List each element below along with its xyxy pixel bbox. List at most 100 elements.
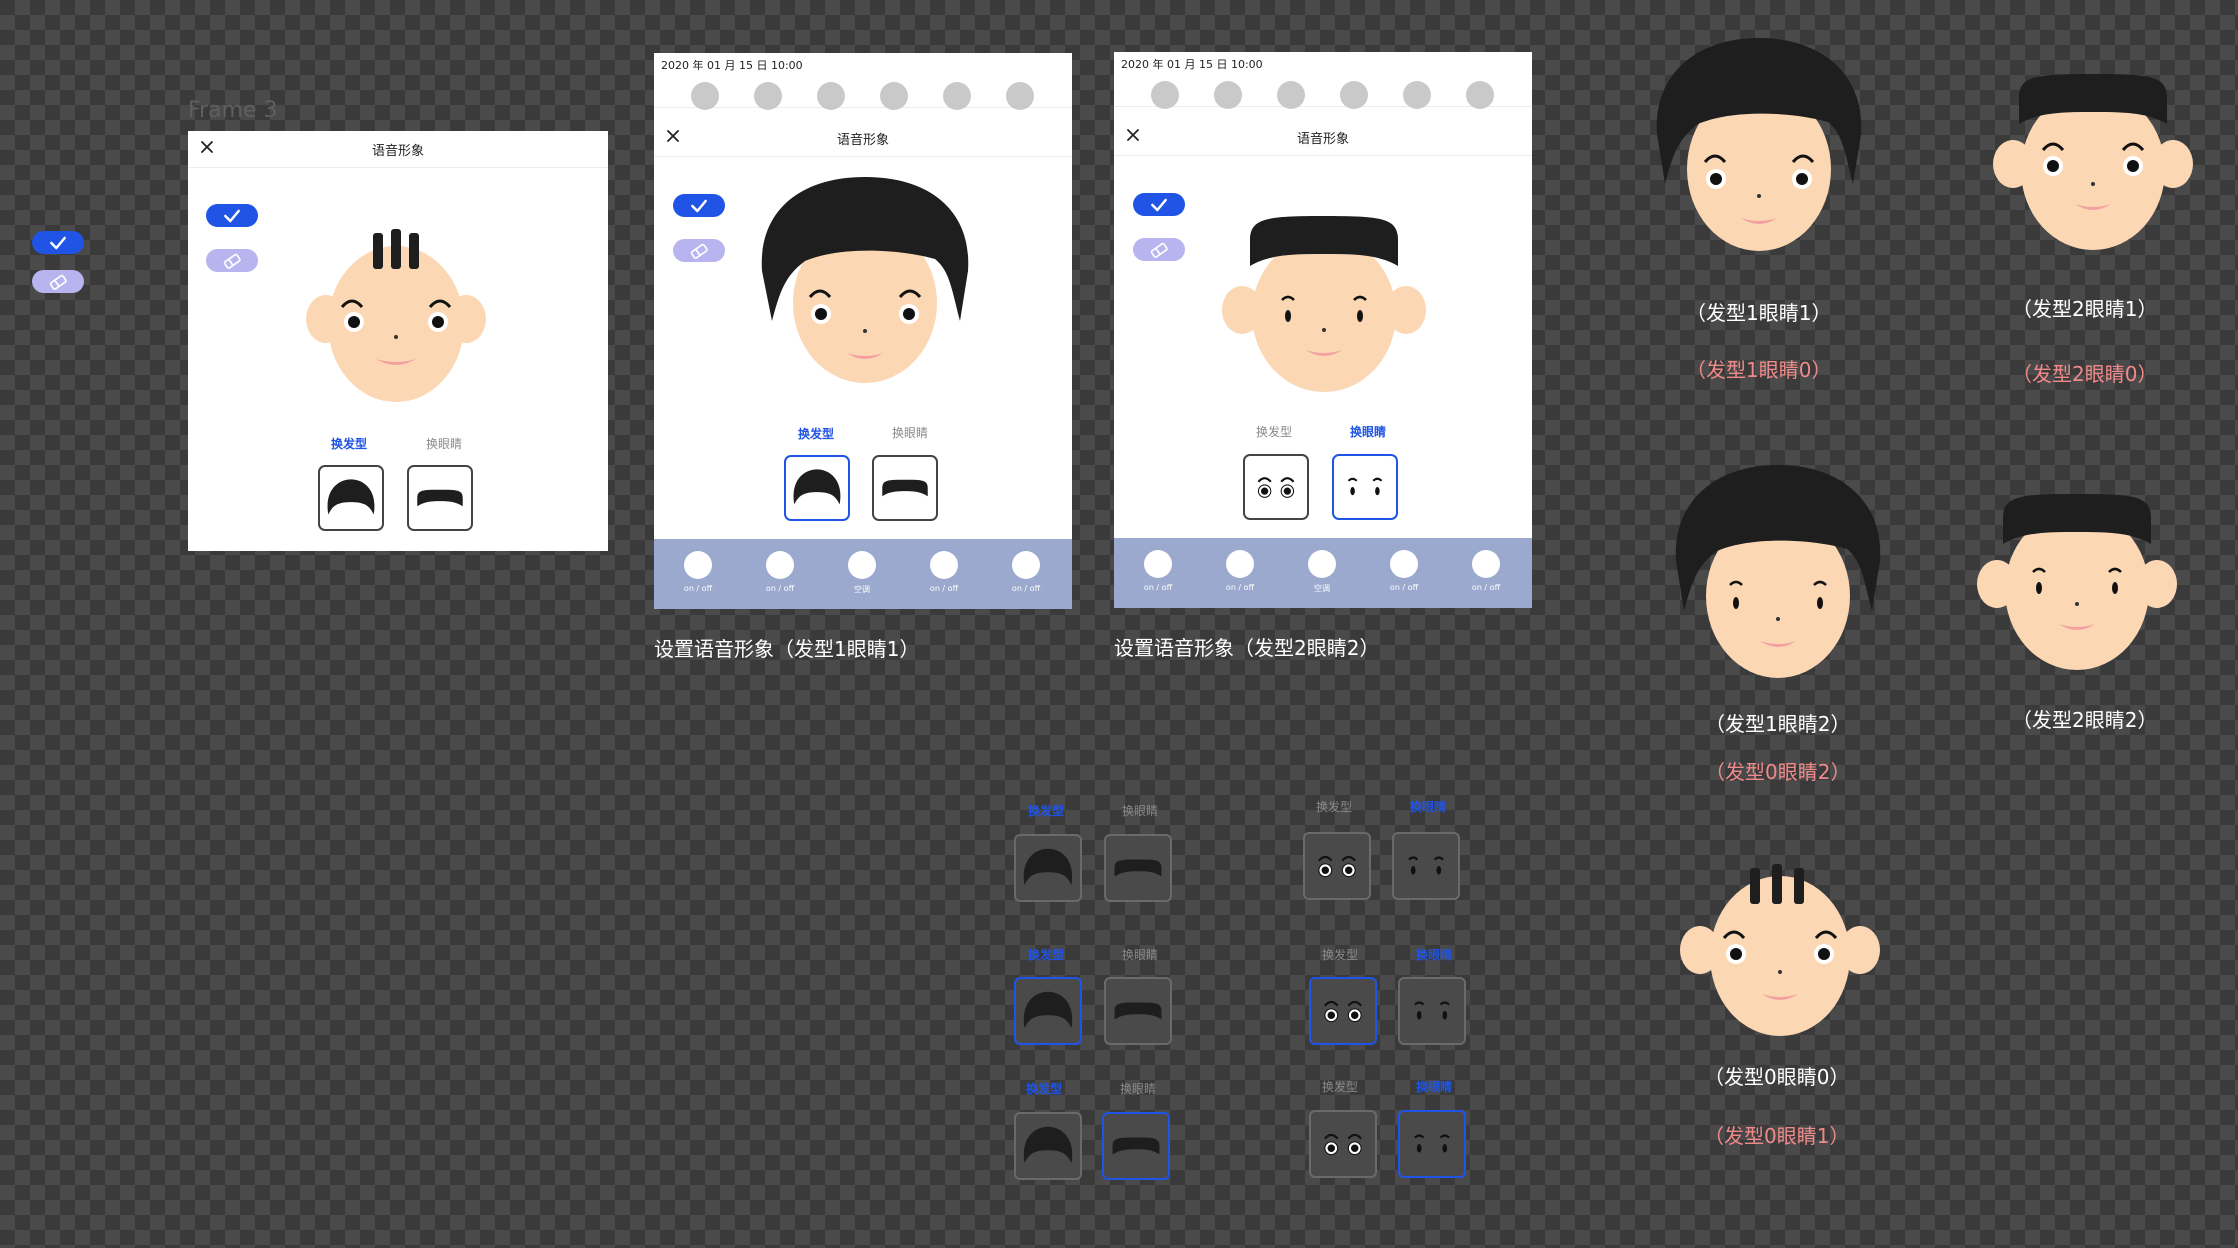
tab-hair[interactable]: 换发型 (1028, 802, 1064, 819)
tab-eyes[interactable]: 换眼睛 (1120, 1080, 1156, 1097)
status-dot (1340, 81, 1368, 109)
hair-option-1[interactable] (1014, 834, 1082, 902)
eyes-option-2[interactable] (1392, 832, 1460, 900)
control-toggle[interactable]: on / off (1128, 550, 1188, 592)
eyes-style-1-icon (1311, 1112, 1375, 1176)
avatar-screen-2: 2020 年 01 月 15 日 10:00 语音形象 换发型 换眼睛 on /… (1114, 52, 1532, 608)
eraser-icon (688, 241, 710, 261)
tab-eyes[interactable]: 换眼睛 (1350, 423, 1386, 440)
status-time: 2020 年 01 月 15 日 10:00 (1121, 58, 1263, 71)
hair-style-2-icon (1104, 1114, 1168, 1178)
eraser-toggle-button[interactable] (206, 249, 258, 272)
eyes-style-2-icon (1400, 1112, 1464, 1176)
toggle-circle-icon (1226, 550, 1254, 578)
avatar-hair1-eyes2 (1675, 465, 1881, 678)
control-toggle[interactable]: on / off (914, 551, 974, 593)
avatar-label: （发型2眼睛2） (2012, 708, 2158, 732)
avatar-label: （发型1眼睛1） (1686, 301, 1832, 325)
hair-option-1[interactable] (1014, 1112, 1082, 1180)
tab-hair[interactable]: 换发型 (1322, 946, 1358, 963)
tab-hair[interactable]: 换发型 (1316, 798, 1352, 815)
avatar-face (1222, 216, 1426, 392)
hair-option-2[interactable] (407, 465, 473, 531)
hair-option-2[interactable] (1104, 977, 1172, 1045)
control-label: on / off (765, 584, 795, 593)
eraser-icon (47, 272, 69, 292)
status-bar: 2020 年 01 月 15 日 10:00 (654, 53, 1072, 110)
tab-eyes[interactable]: 换眼睛 (1410, 798, 1446, 815)
hair-style-2-icon (409, 467, 471, 529)
control-label: on / off (683, 584, 713, 593)
eyes-option-2[interactable] (1398, 977, 1466, 1045)
tab-hair[interactable]: 换发型 (798, 425, 834, 442)
eraser-toggle-button[interactable] (32, 270, 84, 293)
hair-style-2-icon (1106, 979, 1170, 1043)
status-dot (1466, 81, 1494, 109)
check-toggle-button[interactable] (673, 194, 725, 217)
eyes-style-2-icon (1400, 979, 1464, 1043)
toggle-circle-icon (1472, 550, 1500, 578)
hair-option-1[interactable] (784, 455, 850, 521)
hair-option-1[interactable] (1014, 977, 1082, 1045)
toggle-circle-icon (1308, 550, 1336, 578)
control-toggle[interactable]: 空调 (832, 551, 892, 595)
check-icon (221, 206, 243, 226)
tab-eyes[interactable]: 换眼睛 (892, 424, 928, 441)
eyes-option-2[interactable] (1398, 1110, 1466, 1178)
eyes-option-2[interactable] (1332, 454, 1398, 520)
avatar-sublabel: （发型2眼睛0） (2012, 362, 2158, 386)
hair-option-1[interactable] (318, 465, 384, 531)
page-title: 语音形象 (836, 133, 889, 148)
frame-label: Frame 3 (188, 98, 278, 123)
control-toggle[interactable]: on / off (1374, 550, 1434, 592)
eyes-style-1-icon (1311, 979, 1375, 1043)
title-row: 语音形象 (188, 131, 608, 168)
eyes-option-1[interactable] (1303, 832, 1371, 900)
tab-hair[interactable]: 换发型 (1256, 423, 1292, 440)
control-toggle[interactable]: on / off (750, 551, 810, 593)
control-toggle[interactable]: on / off (1210, 550, 1270, 592)
check-toggle-button[interactable] (32, 231, 84, 254)
tab-eyes[interactable]: 换眼睛 (1122, 946, 1158, 963)
hair-option-2[interactable] (1102, 1112, 1170, 1180)
screen-caption: 设置语音形象（发型1眼睛1） (654, 637, 920, 661)
control-toggle[interactable]: 空调 (1292, 550, 1352, 594)
tab-hair[interactable]: 换发型 (1322, 1078, 1358, 1095)
tab-hair[interactable]: 换发型 (1026, 1080, 1062, 1097)
tab-eyes[interactable]: 换眼睛 (1416, 946, 1452, 963)
hair-style-1-icon (1016, 836, 1080, 900)
tab-eyes[interactable]: 换眼睛 (1122, 802, 1158, 819)
control-bar: on / off on / off 空调 on / off on / off (1114, 538, 1532, 608)
eyes-option-1[interactable] (1309, 1110, 1377, 1178)
hair-option-2[interactable] (1104, 834, 1172, 902)
hair-style-1-icon (786, 457, 848, 519)
control-label: on / off (1011, 584, 1041, 593)
avatar-sublabel: （发型0眼睛2） (1705, 760, 1851, 784)
avatar-hair2-eyes1 (1993, 74, 2193, 250)
eraser-toggle-button[interactable] (1133, 238, 1185, 261)
eyes-option-1[interactable] (1309, 977, 1377, 1045)
control-label: on / off (1143, 583, 1173, 592)
hair-style-1-icon (1016, 979, 1080, 1043)
check-toggle-button[interactable] (1133, 193, 1185, 216)
avatar-label: （发型1眼睛2） (1705, 712, 1851, 736)
tab-eyes[interactable]: 换眼睛 (426, 435, 462, 452)
eyes-option-1[interactable] (1243, 454, 1309, 520)
status-dot (754, 82, 782, 110)
hair-option-2[interactable] (872, 455, 938, 521)
tab-hair[interactable]: 换发型 (1028, 946, 1064, 963)
check-toggle-button[interactable] (206, 204, 258, 227)
eraser-toggle-button[interactable] (673, 239, 725, 262)
status-time: 2020 年 01 月 15 日 10:00 (661, 59, 803, 72)
status-dot (1214, 81, 1242, 109)
status-dot (1403, 81, 1431, 109)
control-toggle[interactable]: on / off (996, 551, 1056, 593)
tab-hair[interactable]: 换发型 (331, 435, 367, 452)
status-dot (817, 82, 845, 110)
status-dot (1006, 82, 1034, 110)
toggle-circle-icon (848, 551, 876, 579)
avatar-screen-1: 2020 年 01 月 15 日 10:00 语音形象 换发型 换眼睛 on /… (654, 53, 1072, 609)
control-toggle[interactable]: on / off (668, 551, 728, 593)
control-toggle[interactable]: on / off (1456, 550, 1516, 592)
tab-eyes[interactable]: 换眼睛 (1416, 1078, 1452, 1095)
